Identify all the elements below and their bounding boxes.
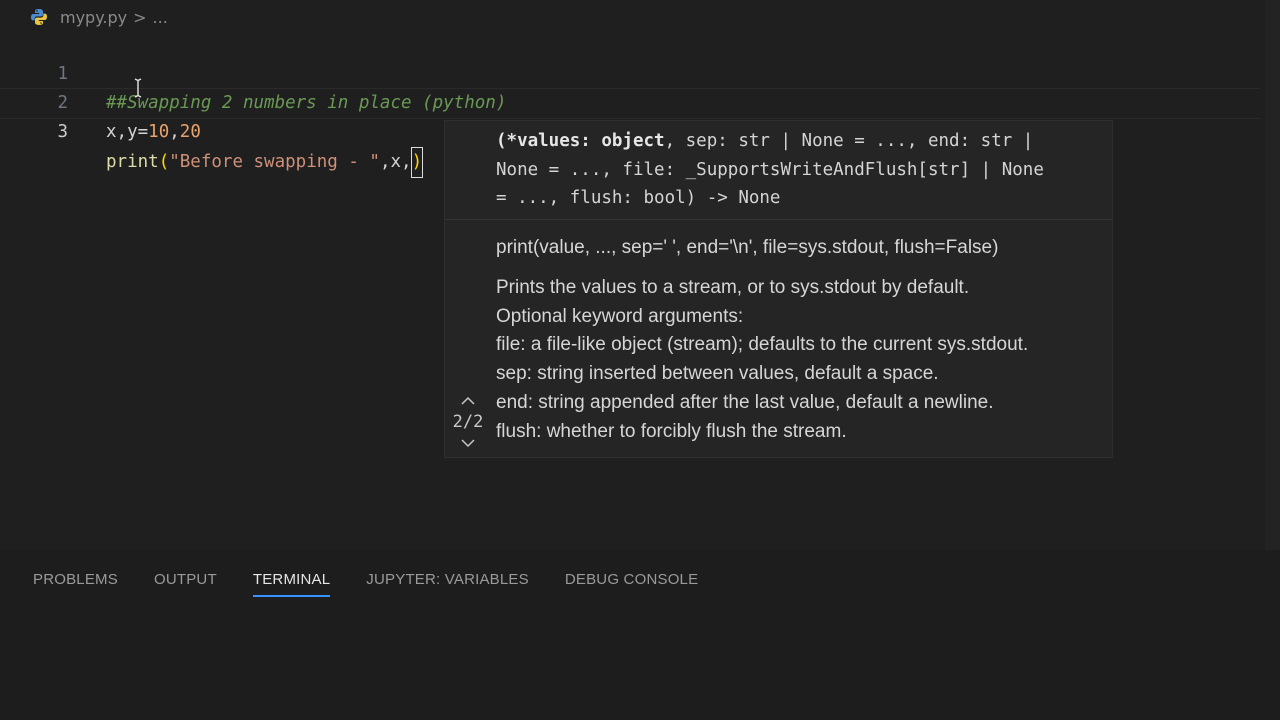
tab-debug-console[interactable]: DEBUG CONSOLE <box>565 568 698 598</box>
breadcrumb-more[interactable]: ... <box>153 8 168 27</box>
tab-jupyter-variables[interactable]: JUPYTER: VARIABLES <box>366 568 529 598</box>
tab-output[interactable]: OUTPUT <box>154 568 217 598</box>
bottom-panel: PROBLEMS OUTPUT TERMINAL JUPYTER: VARIAB… <box>0 550 1280 720</box>
signature-text: , sep: str | None = ..., end: str | <box>664 131 1034 151</box>
chevron-down-icon[interactable] <box>448 433 488 453</box>
python-icon <box>30 8 48 26</box>
docstring: print(value, ..., sep=' ', end='\n', fil… <box>496 234 1108 447</box>
code-paren-open: ( <box>158 152 170 172</box>
code-comma: , <box>169 122 180 142</box>
signature-active-param: (*values: object <box>496 131 665 151</box>
doc-line: Prints the values to a stream, or to sys… <box>496 276 970 298</box>
doc-line: flush: whether to forcibly flush the str… <box>496 420 847 442</box>
code-number: 20 <box>179 122 201 142</box>
doc-line: sep: string inserted between values, def… <box>496 363 939 385</box>
tab-terminal[interactable]: TERMINAL <box>252 568 331 598</box>
signature-help-popup: (*values: object, sep: str | None = ...,… <box>444 120 1113 458</box>
doc-line: Optional keyword arguments: <box>496 305 744 327</box>
doc-line: end: string appended after the last valu… <box>496 391 994 413</box>
code-assign: = <box>137 122 149 142</box>
code-number: 10 <box>148 122 170 142</box>
overload-count: 2/2 <box>452 412 484 432</box>
code-line-1[interactable]: 1 ##Swapping 2 numbers in place (python) <box>0 31 1260 113</box>
divider <box>445 219 1112 220</box>
panel-tabs: PROBLEMS OUTPUT TERMINAL JUPYTER: VARIAB… <box>33 568 698 598</box>
code-vars: x,y <box>106 122 138 142</box>
doc-line: file: a file-like object (stream); defau… <box>496 334 1029 356</box>
text-cursor-icon <box>134 78 142 98</box>
code-args: ,x, <box>379 152 412 172</box>
doc-line: print(value, ..., sep=' ', end='\n', fil… <box>496 237 999 258</box>
signature: (*values: object, sep: str | None = ...,… <box>496 127 1108 213</box>
signature-text: None = ..., file: _SupportsWriteAndFlush… <box>496 159 1044 180</box>
editor-scrollbar[interactable] <box>1265 0 1280 550</box>
overload-pager: 2/2 <box>448 391 488 453</box>
line-number: 3 <box>57 122 68 142</box>
breadcrumb: mypy.py > ... <box>30 5 168 29</box>
code-paren-close: ) <box>410 147 424 178</box>
code-line-2[interactable]: 2 x,y=10,20 <box>0 60 1260 142</box>
code-function: print <box>106 152 159 172</box>
code-string: "Before swapping - " <box>169 152 380 172</box>
code-line-3[interactable]: 3 print("Before swapping - ",x,) <box>0 88 1260 178</box>
editor[interactable]: mypy.py > ... 1 ##Swapping 2 numbers in … <box>0 0 1265 550</box>
signature-text: = ..., flush: bool) -> None <box>496 188 781 208</box>
breadcrumb-file[interactable]: mypy.py <box>60 8 127 27</box>
chevron-up-icon[interactable] <box>448 391 488 411</box>
chevron-right-icon: > <box>133 7 147 27</box>
tab-problems[interactable]: PROBLEMS <box>33 568 118 598</box>
